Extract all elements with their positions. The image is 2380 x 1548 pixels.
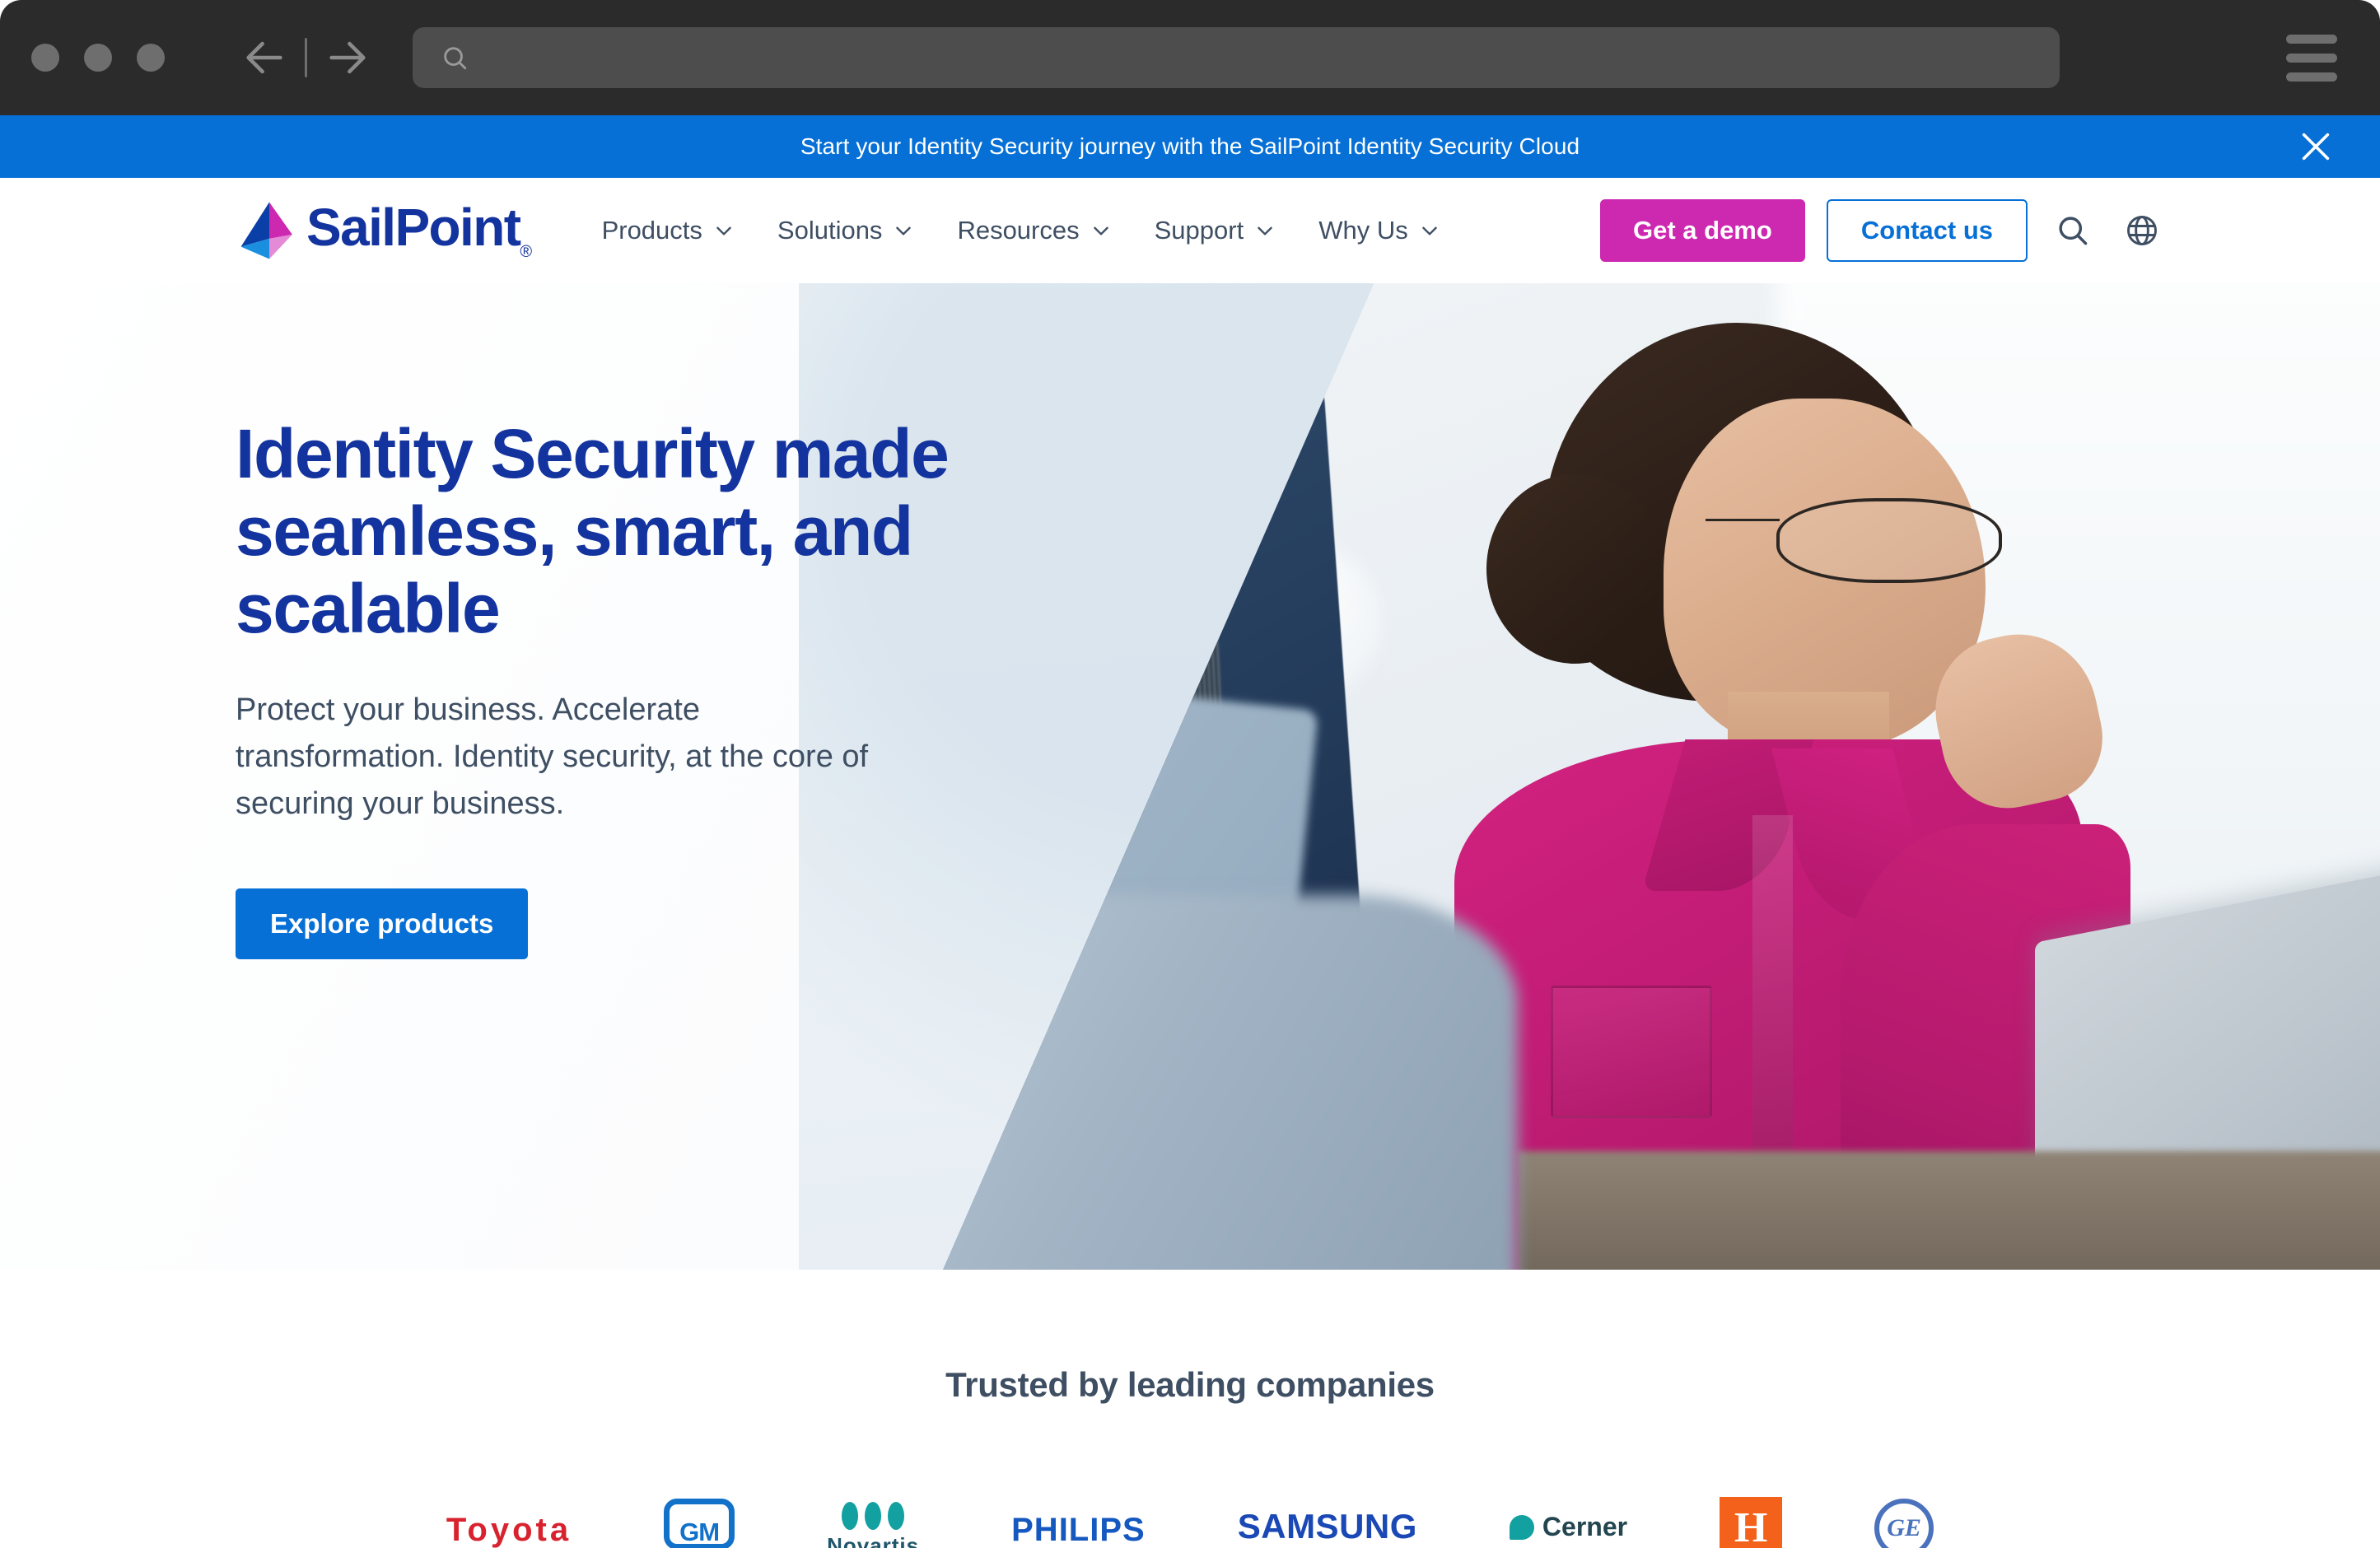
forward-button[interactable] <box>317 27 378 88</box>
novartis-logo-icon: Novartis <box>827 1502 919 1548</box>
window-close-button[interactable] <box>31 44 59 72</box>
hero-photo-glasses <box>1705 497 2002 584</box>
ge-wordmark: GE <box>1887 1514 1921 1541</box>
gm-wordmark: GM <box>679 1517 720 1546</box>
ge-monogram-icon: GE <box>1874 1499 1934 1548</box>
chevron-down-icon <box>716 226 731 235</box>
nav-item-label: Support <box>1154 216 1244 245</box>
language-selector-button[interactable] <box>2118 207 2166 254</box>
browser-chrome <box>0 0 2380 115</box>
get-a-demo-button[interactable]: Get a demo <box>1599 199 1805 262</box>
address-bar[interactable] <box>413 27 2060 88</box>
hero-content: Identity Security made seamless, smart, … <box>236 415 1158 960</box>
hero-photo-hair-bun <box>1486 473 1664 664</box>
arrow-right-icon <box>329 41 366 74</box>
contact-us-button[interactable]: Contact us <box>1826 199 2028 262</box>
search-icon <box>444 47 467 70</box>
main-navigation: Products Solutions Resources Support Why… <box>581 202 1462 259</box>
banner-close-button[interactable] <box>2294 125 2337 168</box>
novartis-wordmark: Novartis <box>827 1533 920 1548</box>
client-logo-gm: GM <box>664 1490 735 1548</box>
hero-photo-chest-pocket <box>1551 985 1712 1118</box>
sailpoint-logo[interactable]: SailPoint® <box>236 197 532 264</box>
nav-item-why-us[interactable]: Why Us <box>1297 202 1462 259</box>
trusted-by-section: Trusted by leading companies Toyota GM N… <box>0 1270 2380 1548</box>
browser-navigation-controls <box>234 27 378 88</box>
window-minimize-button[interactable] <box>84 44 112 72</box>
chevron-down-icon <box>1093 226 1108 235</box>
chevron-down-icon <box>896 226 912 235</box>
client-logo-samsung: SAMSUNG <box>1238 1490 1417 1548</box>
gm-badge-icon: GM <box>664 1499 735 1548</box>
nav-item-products[interactable]: Products <box>581 202 756 259</box>
sailpoint-prism-logo-icon <box>240 202 292 259</box>
samsung-wordmark: SAMSUNG <box>1237 1507 1417 1546</box>
header-actions: Get a demo Contact us <box>1599 199 2166 262</box>
hero-photo-desk <box>1518 1151 2380 1270</box>
philips-wordmark: PHILIPS <box>1011 1512 1146 1548</box>
client-logo-novartis: Novartis <box>827 1490 919 1548</box>
globe-icon <box>2127 216 2157 245</box>
site-search-button[interactable] <box>2049 207 2097 254</box>
cerner-logo-icon: Cerner <box>1509 1512 1628 1542</box>
sailpoint-wordmark-text: SailPoint <box>306 198 521 258</box>
toyota-wordmark: Toyota <box>446 1512 572 1548</box>
client-logo-strip: Toyota GM Novartis PHILIPS SAMSUNG Cerne… <box>0 1490 2380 1548</box>
hero-section: Identity Security made seamless, smart, … <box>0 283 2380 1270</box>
hero-headline: Identity Security made seamless, smart, … <box>236 415 950 648</box>
window-maximize-button[interactable] <box>137 44 165 72</box>
client-logo-philips: PHILIPS <box>1011 1490 1146 1548</box>
hamburger-line <box>2286 34 2337 44</box>
explore-products-button[interactable]: Explore products <box>236 888 529 960</box>
client-logo-ge: GE <box>1874 1490 1934 1548</box>
arrow-left-icon <box>246 41 282 74</box>
nav-item-support[interactable]: Support <box>1133 202 1298 259</box>
home-depot-square-icon: H <box>1720 1497 1783 1548</box>
nav-item-resources[interactable]: Resources <box>936 202 1132 259</box>
search-icon <box>2059 217 2088 245</box>
sailpoint-wordmark: SailPoint® <box>306 198 532 261</box>
nav-item-label: Solutions <box>777 216 883 245</box>
announcement-banner: Start your Identity Security journey wit… <box>0 115 2380 178</box>
client-logo-toyota: Toyota <box>446 1490 572 1548</box>
client-logo-cerner: Cerner <box>1509 1490 1628 1548</box>
novartis-dots-icon <box>842 1502 905 1530</box>
toolbar-divider <box>305 38 307 77</box>
home-depot-glyph: H <box>1734 1504 1768 1548</box>
close-icon <box>2302 133 2330 161</box>
hamburger-menu-icon[interactable] <box>2286 34 2337 82</box>
client-logo-home-depot: H <box>1720 1490 1783 1548</box>
site-header: SailPoint® Products Solutions Resources … <box>0 178 2380 283</box>
nav-item-solutions[interactable]: Solutions <box>756 202 936 259</box>
window-traffic-lights <box>31 44 165 72</box>
nav-item-label: Products <box>601 216 702 245</box>
cerner-wordmark: Cerner <box>1542 1512 1628 1541</box>
chevron-down-icon <box>1421 226 1437 235</box>
nav-item-label: Resources <box>957 216 1080 245</box>
cerner-mark-icon <box>1509 1514 1534 1540</box>
registered-mark: ® <box>520 242 532 261</box>
announcement-banner-text[interactable]: Start your Identity Security journey wit… <box>800 133 1580 160</box>
hamburger-line <box>2286 72 2337 82</box>
chevron-down-icon <box>1258 226 1272 235</box>
nav-item-label: Why Us <box>1318 216 1408 245</box>
hero-subheadline: Protect your business. Accelerate transf… <box>236 692 869 822</box>
trusted-by-title: Trusted by leading companies <box>945 1365 1435 1404</box>
back-button[interactable] <box>234 27 295 88</box>
hamburger-line <box>2286 53 2337 63</box>
